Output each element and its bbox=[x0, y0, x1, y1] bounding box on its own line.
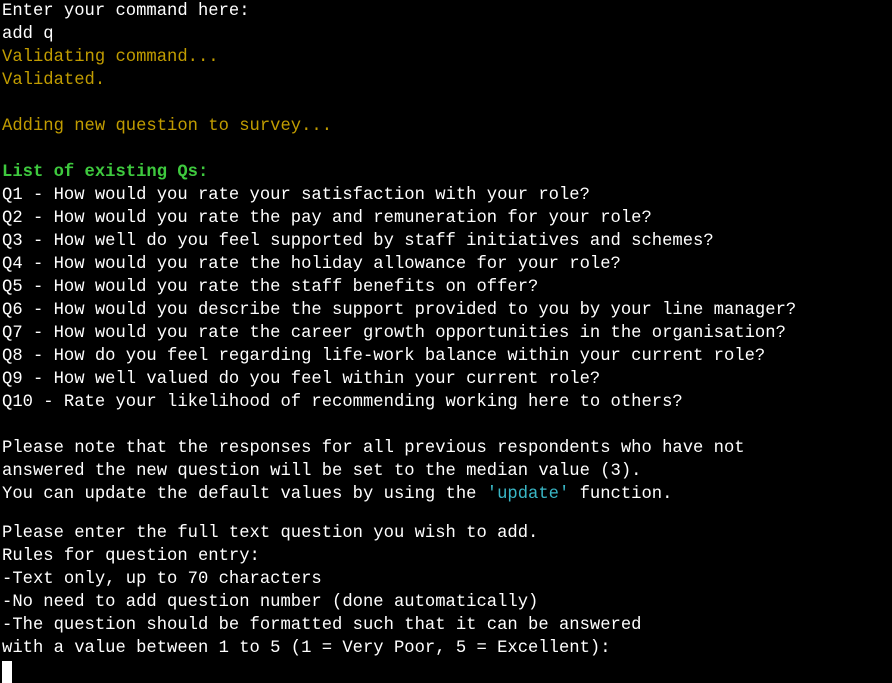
question-list-item: Q2 - How would you rate the pay and remu… bbox=[2, 209, 652, 228]
question-list-heading: List of existing Qs: bbox=[2, 163, 209, 182]
enter-question-prompt: Please enter the full text question you … bbox=[2, 524, 539, 543]
command-prompt: Enter your command here: bbox=[2, 2, 250, 21]
median-note-line: answered the new question will be set to… bbox=[2, 462, 642, 481]
rules-heading: Rules for question entry: bbox=[2, 547, 260, 566]
command-input-echo: add q bbox=[2, 25, 54, 44]
input-line[interactable] bbox=[2, 660, 890, 683]
validated-status: Validated. bbox=[2, 71, 106, 90]
update-hint-line: You can update the default values by usi… bbox=[2, 483, 890, 506]
question-list-item: Q3 - How well do you feel supported by s… bbox=[2, 232, 714, 251]
terminal-output[interactable]: Enter your command here: add q Validatin… bbox=[2, 0, 890, 683]
question-list-item: Q6 - How would you describe the support … bbox=[2, 301, 797, 320]
update-hint-prefix: You can update the default values by usi… bbox=[2, 485, 487, 504]
question-list-item: Q5 - How would you rate the staff benefi… bbox=[2, 278, 539, 297]
rule-item: -Text only, up to 70 characters bbox=[2, 570, 322, 589]
question-list-item: Q1 - How would you rate your satisfactio… bbox=[2, 186, 590, 205]
median-note-line: Please note that the responses for all p… bbox=[2, 439, 745, 458]
update-hint-suffix: function. bbox=[569, 485, 673, 504]
rule-item: -The question should be formatted such t… bbox=[2, 616, 642, 635]
text-cursor[interactable] bbox=[2, 661, 12, 683]
update-keyword: 'update' bbox=[486, 485, 570, 504]
question-list-item: Q7 - How would you rate the career growt… bbox=[2, 324, 786, 343]
rule-item: with a value between 1 to 5 (1 = Very Po… bbox=[2, 639, 611, 658]
question-list-item: Q9 - How well valued do you feel within … bbox=[2, 370, 601, 389]
validating-status: Validating command... bbox=[2, 48, 219, 67]
adding-status: Adding new question to survey... bbox=[2, 117, 333, 136]
rule-item: -No need to add question number (done au… bbox=[2, 593, 539, 612]
question-list-item: Q4 - How would you rate the holiday allo… bbox=[2, 255, 621, 274]
question-list-item: Q8 - How do you feel regarding life-work… bbox=[2, 347, 766, 366]
question-list-item: Q10 - Rate your likelihood of recommendi… bbox=[2, 393, 683, 412]
